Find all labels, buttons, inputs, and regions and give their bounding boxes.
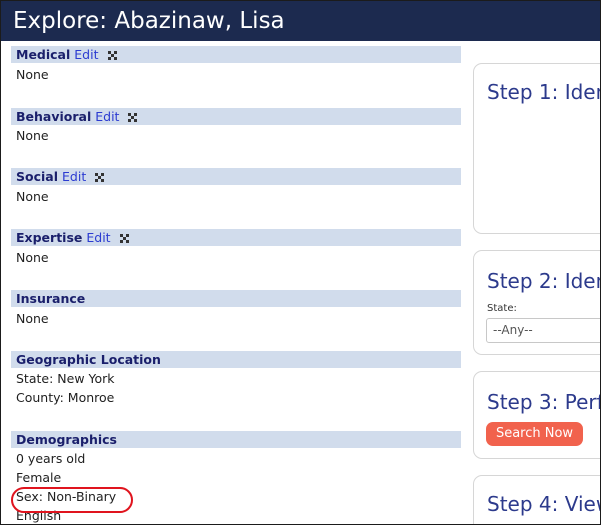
section-value: None [16,189,49,204]
section-header-demographics: Demographics [11,431,461,448]
section-title: Behavioral [16,109,92,124]
step-3-title: Step 3: Perform [487,390,600,414]
section-value: None [16,311,49,326]
section-title: Demographics [16,432,117,447]
section-header-expertise: Expertise Edit [11,229,461,246]
section-header-behavioral: Behavioral Edit [11,108,461,125]
section-header-insurance: Insurance [11,290,461,307]
edit-behavioral-link[interactable]: Edit [95,109,119,124]
edit-medical-link[interactable]: Edit [74,47,98,62]
age-value: 0 years old [16,451,86,466]
gender-value: Female [16,470,62,485]
section-value: None [16,67,49,82]
section-value: None [16,128,49,143]
expand-icon[interactable] [95,173,105,182]
section-value: None [16,250,49,265]
step-1-card: Step 1: Identify [473,63,600,234]
expand-icon[interactable] [119,234,129,243]
step-1-title: Step 1: Identify [487,80,600,104]
state-value: State: New York [16,371,115,386]
section-title: Geographic Location [16,352,161,367]
step-4-card: Step 4: View [473,475,601,524]
state-label: State: [487,303,517,314]
section-title: Social [16,169,59,184]
section-title: Medical [16,47,71,62]
steps-panel: Step 1: Identify Step 2: Identify State:… [473,1,601,524]
section-header-medical: Medical Edit [11,46,461,63]
section-title: Expertise [16,230,83,245]
annotation-highlight-circle [11,487,133,513]
state-select[interactable]: --Any-- [486,318,600,343]
section-header-social: Social Edit [11,168,461,185]
explore-window: Explore: Abazinaw, Lisa Medical Edit None… [0,0,601,525]
county-value: County: Monroe [16,390,115,405]
section-header-geographic-location: Geographic Location [11,351,461,368]
step-2-card: Step 2: Identify State: --Any-- [473,250,600,355]
step-3-card: Step 3: Perform Search Now [473,371,600,459]
step-2-title: Step 2: Identify [487,269,600,293]
search-now-button[interactable]: Search Now [486,422,583,446]
edit-expertise-link[interactable]: Edit [86,230,110,245]
expand-icon[interactable] [107,51,117,60]
expand-icon[interactable] [128,113,138,122]
step-4-title: Step 4: View [487,492,601,516]
edit-social-link[interactable]: Edit [62,169,86,184]
section-title: Insurance [16,291,86,306]
